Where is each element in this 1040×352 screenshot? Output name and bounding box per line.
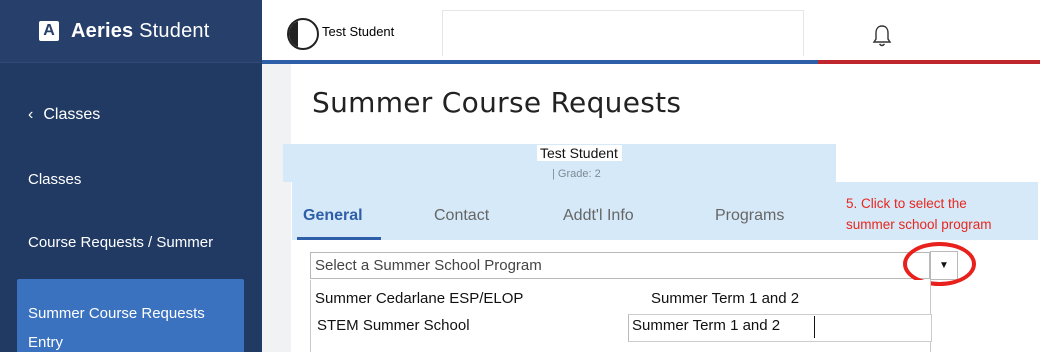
option-program-name[interactable]: STEM Summer School	[317, 317, 470, 334]
sidebar-item-classes[interactable]: Classes	[28, 171, 81, 188]
nav-back-classes[interactable]: ‹ Classes	[28, 106, 100, 124]
summer-program-select[interactable]: Select a Summer School Program	[310, 252, 930, 279]
brand-header[interactable]: A Aeries Student	[0, 0, 262, 63]
option-program-term[interactable]: Summer Term 1 and 2	[632, 317, 780, 334]
student-grade: | Grade: 2	[552, 168, 601, 180]
tab-general[interactable]: General	[303, 207, 363, 225]
brand-name: Aeries Student	[71, 19, 210, 42]
sidebar-item-course-requests-summer[interactable]: Course Requests / Summer	[28, 234, 213, 251]
tab-addtl-info[interactable]: Addt'l Info	[563, 207, 634, 225]
annotation-line-2: summer school program	[846, 217, 992, 232]
page-title: Summer Course Requests	[312, 86, 682, 119]
search-area[interactable]	[442, 10, 804, 56]
option-program-name[interactable]: Summer Cedarlane ESP/ELOP	[315, 290, 523, 307]
tab-contact[interactable]: Contact	[434, 207, 489, 225]
sidebar-item-label: Summer Course Requests Entry	[28, 305, 205, 351]
instruction-annotation: 5. Click to select the summer school pro…	[846, 193, 1040, 235]
header-user-name[interactable]: Test Student	[322, 24, 394, 39]
aeries-logo-icon: A	[39, 21, 59, 41]
active-tab-indicator	[297, 237, 381, 240]
bell-icon[interactable]	[872, 24, 892, 48]
option-program-term[interactable]: Summer Term 1 and 2	[651, 290, 799, 307]
select-placeholder: Select a Summer School Program	[315, 257, 542, 274]
student-name: Test Student	[537, 145, 622, 161]
avatar-icon[interactable]	[287, 18, 319, 50]
tab-programs[interactable]: Programs	[715, 207, 784, 225]
chevron-left-icon: ‹	[28, 106, 34, 123]
sidebar-item-summer-course-requests-entry[interactable]: Summer Course Requests Entry	[17, 279, 244, 352]
text-cursor	[814, 316, 815, 338]
annotation-line-1: 5. Click to select the	[846, 196, 967, 211]
nav-back-label: Classes	[43, 106, 101, 123]
